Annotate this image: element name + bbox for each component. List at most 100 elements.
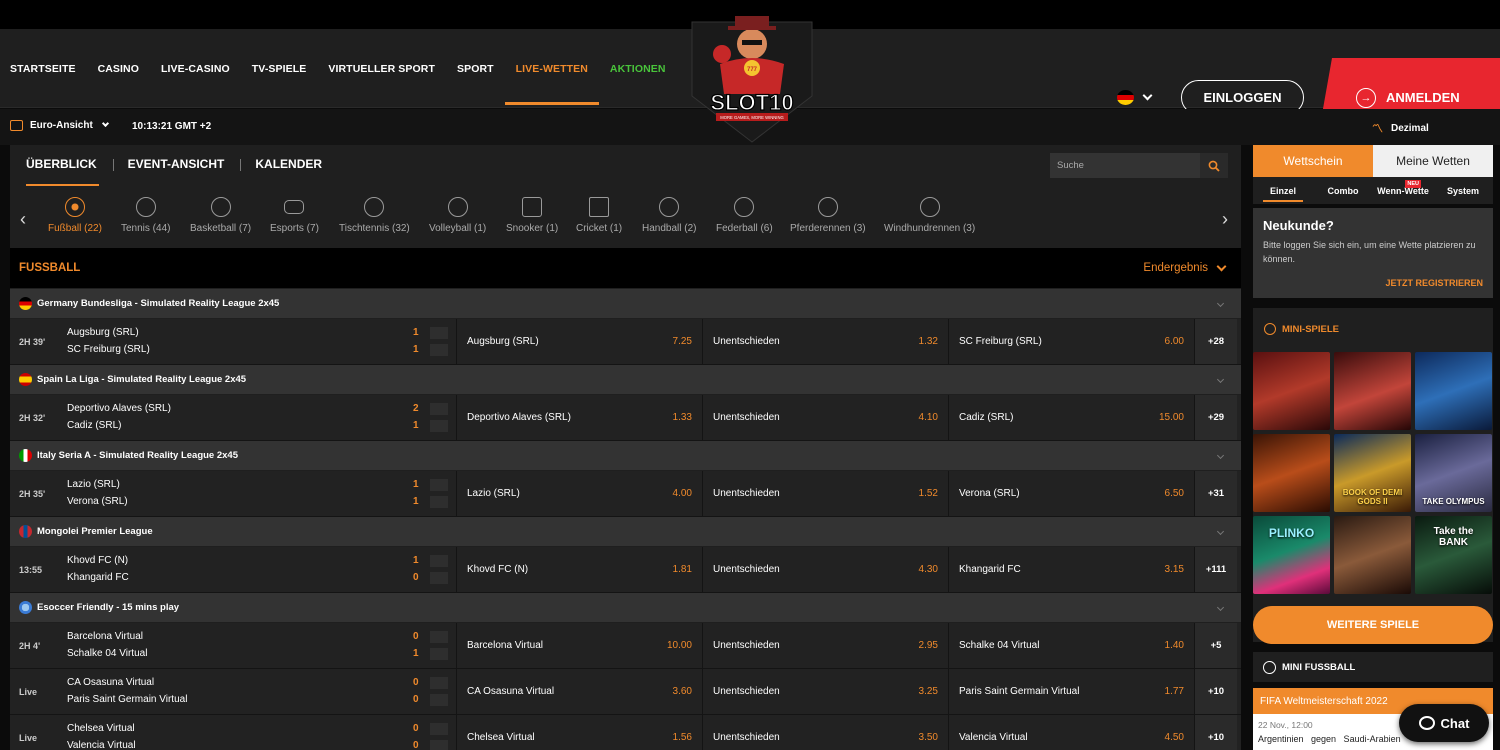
- sport-windhundrennen[interactable]: Windhundrennen (3): [884, 197, 975, 234]
- tab-einzel[interactable]: Einzel: [1253, 177, 1313, 204]
- more-games-button[interactable]: WEITERE SPIELE: [1253, 606, 1493, 644]
- chevron-down-icon[interactable]: [1216, 451, 1225, 460]
- event-teams[interactable]: Augsburg (SRL) SC Freiburg (SRL) 1 1: [67, 319, 457, 364]
- sport-fussball[interactable]: Fußball (22): [48, 197, 102, 234]
- odd-away[interactable]: Khangarid FC 3.15: [949, 547, 1195, 592]
- odd-draw[interactable]: Unentschieden 1.32: [703, 319, 949, 364]
- register-now-link[interactable]: JETZT REGISTRIEREN: [1385, 278, 1483, 288]
- event-teams[interactable]: Barcelona Virtual Schalke 04 Virtual 0 1: [67, 623, 457, 668]
- game-tile-plinko[interactable]: PLINKO: [1253, 516, 1330, 594]
- more-markets-button[interactable]: +111: [1195, 547, 1237, 592]
- odd-home[interactable]: Deportivo Alaves (SRL) 1.33: [457, 395, 703, 440]
- language-selector[interactable]: [1117, 90, 1153, 105]
- chat-button[interactable]: Chat: [1399, 704, 1489, 742]
- odd-draw[interactable]: Unentschieden 1.52: [703, 471, 949, 516]
- odd-value: 4.50: [1164, 732, 1184, 743]
- odd-home[interactable]: CA Osasuna Virtual 3.60: [457, 669, 703, 714]
- event-teams[interactable]: Khovd FC (N) Khangarid FC 1 0: [67, 547, 457, 592]
- sport-basketball[interactable]: Basketball (7): [190, 197, 251, 234]
- league-header[interactable]: Italy Seria A - Simulated Reality League…: [10, 441, 1241, 471]
- game-tile-football[interactable]: [1415, 352, 1492, 430]
- clock: 10:13:21 GMT +2: [132, 121, 212, 132]
- game-tile-roulette[interactable]: [1253, 352, 1330, 430]
- chevron-right-icon[interactable]: ›: [1222, 209, 1228, 230]
- nav-live-wetten[interactable]: LIVE-WETTEN: [504, 29, 600, 108]
- odd-draw[interactable]: Unentschieden 2.95: [703, 623, 949, 668]
- odd-home[interactable]: Lazio (SRL) 4.00: [457, 471, 703, 516]
- nav-casino[interactable]: CASINO: [98, 29, 139, 108]
- game-tile-take-the-bank[interactable]: Take the BANK: [1415, 516, 1492, 594]
- new-badge: NEU: [1405, 180, 1421, 188]
- more-markets-button[interactable]: +10: [1195, 715, 1237, 750]
- slot10-logo[interactable]: 777 SLOT10 MORE GAMES, MORE WINNING: [682, 4, 822, 144]
- sport-esports[interactable]: Esports (7): [270, 197, 319, 234]
- event-teams[interactable]: Chelsea Virtual Valencia Virtual 0 0: [67, 715, 457, 750]
- event-teams[interactable]: CA Osasuna Virtual Paris Saint Germain V…: [67, 669, 457, 714]
- odd-draw[interactable]: Unentschieden 3.25: [703, 669, 949, 714]
- market-selector[interactable]: Endergebnis: [1143, 261, 1227, 274]
- tab-wenn-wette[interactable]: Wenn-Wette NEU: [1373, 177, 1433, 204]
- odd-away[interactable]: Valencia Virtual 4.50: [949, 715, 1195, 750]
- game-tile-baccarat[interactable]: [1334, 352, 1411, 430]
- nav-live-casino[interactable]: LIVE-CASINO: [161, 29, 230, 108]
- tab-wettschein[interactable]: Wettschein: [1253, 145, 1373, 177]
- league-header[interactable]: Germany Bundesliga - Simulated Reality L…: [10, 289, 1241, 319]
- tab-event-ansicht[interactable]: EVENT-ANSICHT: [112, 157, 241, 186]
- nav-tv-spiele[interactable]: TV-SPIELE: [252, 29, 307, 108]
- tab-kalender[interactable]: KALENDER: [240, 157, 338, 186]
- sport-snooker[interactable]: Snooker (1): [506, 197, 558, 234]
- sport-cricket[interactable]: Cricket (1): [576, 197, 622, 234]
- odd-away[interactable]: SC Freiburg (SRL) 6.00: [949, 319, 1195, 364]
- league-header[interactable]: Spain La Liga - Simulated Reality League…: [10, 365, 1241, 395]
- league-header[interactable]: Mongolei Premier League: [10, 517, 1241, 547]
- odd-draw[interactable]: Unentschieden 3.50: [703, 715, 949, 750]
- nav-startseite[interactable]: STARTSEITE: [10, 29, 76, 108]
- game-tile-crazy-time[interactable]: [1334, 516, 1411, 594]
- event-teams[interactable]: Lazio (SRL) Verona (SRL) 1 1: [67, 471, 457, 516]
- more-markets-button[interactable]: +31: [1195, 471, 1237, 516]
- nav-sport[interactable]: SPORT: [457, 29, 494, 108]
- odds-format-selector[interactable]: 〽 Dezimal: [1372, 120, 1500, 136]
- sport-pferderennen[interactable]: Pferderennen (3): [790, 197, 866, 234]
- odd-away[interactable]: Paris Saint Germain Virtual 1.77: [949, 669, 1195, 714]
- league-header[interactable]: Esoccer Friendly - 15 mins play: [10, 593, 1241, 623]
- odd-home[interactable]: Augsburg (SRL) 7.25: [457, 319, 703, 364]
- odd-away[interactable]: Verona (SRL) 6.50: [949, 471, 1195, 516]
- more-markets-button[interactable]: +5: [1195, 623, 1237, 668]
- tab-system[interactable]: System: [1433, 177, 1493, 204]
- odd-home[interactable]: Barcelona Virtual 10.00: [457, 623, 703, 668]
- chevron-left-icon[interactable]: ‹: [20, 209, 26, 230]
- tab-combo[interactable]: Combo: [1313, 177, 1373, 204]
- tab-ueberblick[interactable]: ÜBERBLICK: [26, 157, 113, 186]
- search-button[interactable]: [1200, 153, 1228, 178]
- odd-away[interactable]: Cadiz (SRL) 15.00: [949, 395, 1195, 440]
- odd-home[interactable]: Khovd FC (N) 1.81: [457, 547, 703, 592]
- view-selector[interactable]: Euro-Ansicht: [10, 119, 109, 131]
- odd-draw[interactable]: Unentschieden 4.30: [703, 547, 949, 592]
- league-name: Germany Bundesliga - Simulated Reality L…: [37, 298, 280, 309]
- sport-volleyball[interactable]: Volleyball (1): [429, 197, 486, 234]
- game-tile-take-olympus[interactable]: TAKE OLYMPUS: [1415, 434, 1492, 512]
- sport-handball[interactable]: Handball (2): [642, 197, 696, 234]
- sport-tischtennis[interactable]: Tischtennis (32): [339, 197, 410, 234]
- odd-away[interactable]: Schalke 04 Virtual 1.40: [949, 623, 1195, 668]
- game-tile-book-of-demi-gods[interactable]: BOOK OF DEMI GODS II: [1334, 434, 1411, 512]
- odd-draw[interactable]: Unentschieden 4.10: [703, 395, 949, 440]
- odd-home[interactable]: Chelsea Virtual 1.56: [457, 715, 703, 750]
- tab-meine-wetten[interactable]: Meine Wetten: [1373, 145, 1493, 177]
- sport-tennis[interactable]: Tennis (44): [121, 197, 170, 234]
- event-teams[interactable]: Deportivo Alaves (SRL) Cadiz (SRL) 2 1: [67, 395, 457, 440]
- game-tile-adventure[interactable]: [1253, 434, 1330, 512]
- nav-aktionen[interactable]: AKTIONEN: [610, 29, 666, 108]
- chevron-down-icon[interactable]: [1216, 375, 1225, 384]
- away-score: 0: [413, 740, 419, 750]
- chevron-down-icon[interactable]: [1216, 299, 1225, 308]
- nav-virtueller-sport[interactable]: VIRTUELLER SPORT: [328, 29, 435, 108]
- chevron-down-icon[interactable]: [1216, 527, 1225, 536]
- more-markets-button[interactable]: +29: [1195, 395, 1237, 440]
- more-markets-button[interactable]: +10: [1195, 669, 1237, 714]
- more-markets-button[interactable]: +28: [1195, 319, 1237, 364]
- sport-federball[interactable]: Federball (6): [716, 197, 773, 234]
- search-input[interactable]: [1050, 153, 1200, 178]
- chevron-down-icon[interactable]: [1216, 603, 1225, 612]
